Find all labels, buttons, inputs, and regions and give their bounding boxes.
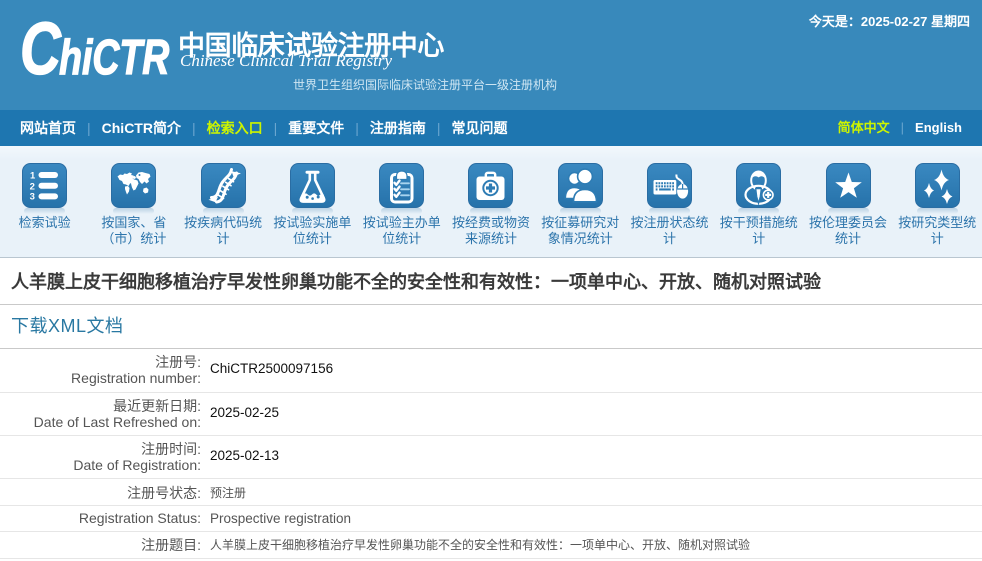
svg-text:3: 3 (30, 192, 35, 203)
svg-text:1: 1 (30, 171, 36, 182)
